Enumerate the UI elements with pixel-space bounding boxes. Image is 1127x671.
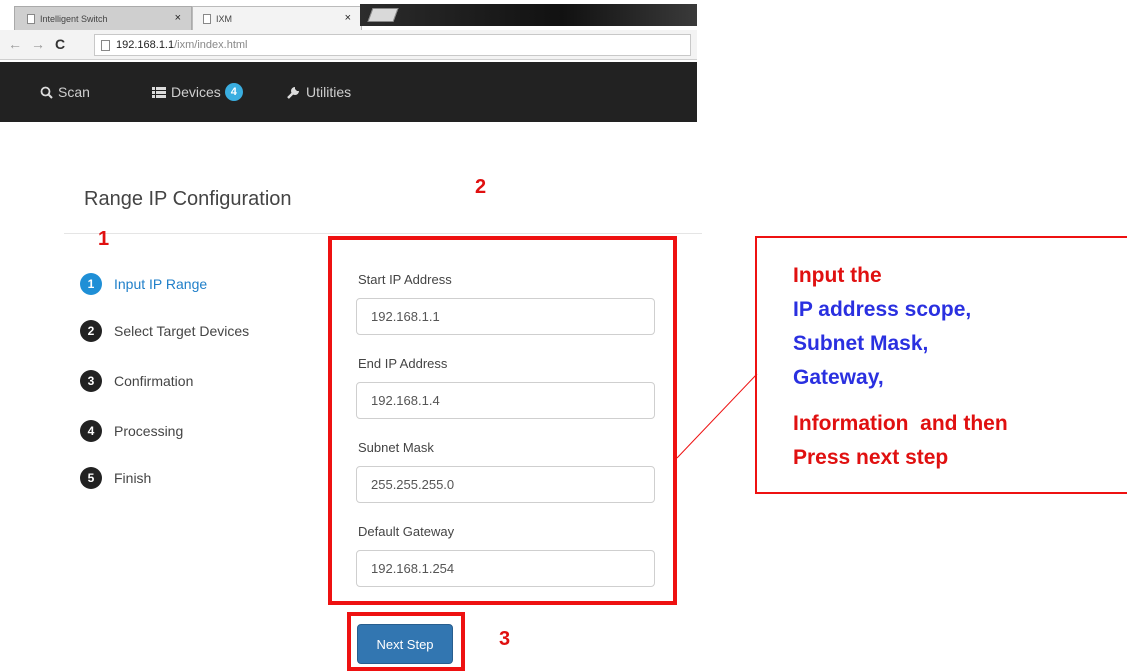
reload-icon[interactable]: C — [55, 36, 65, 52]
callout-line-3: Subnet Mask, — [793, 332, 929, 355]
divider — [64, 233, 702, 234]
nav-devices-label: Devices — [171, 84, 221, 100]
url-path: /ixm/index.html — [174, 39, 248, 51]
end-ip-input[interactable] — [356, 382, 655, 419]
callout-line-5: Information and then — [793, 412, 1008, 435]
nav-utilities-label: Utilities — [306, 84, 352, 100]
nav-scan[interactable]: Scan — [40, 62, 90, 122]
step-number: 5 — [80, 467, 102, 489]
browser-tab-intelligent-switch[interactable]: Intelligent Switch × — [14, 6, 192, 30]
step-select-target-devices[interactable]: 2 Select Target Devices — [80, 320, 249, 342]
annotation-marker-2: 2 — [475, 176, 487, 198]
page-title: Range IP Configuration — [84, 188, 292, 210]
next-step-button[interactable]: Next Step — [357, 624, 453, 664]
new-tab-button[interactable] — [367, 8, 399, 22]
page-icon — [27, 13, 35, 24]
subnet-mask-label: Subnet Mask — [358, 440, 434, 455]
callout-line-2: IP address scope, — [793, 298, 972, 321]
nav-devices[interactable]: Devices 4 — [152, 62, 243, 122]
callout-line-1: Input the — [793, 264, 882, 287]
step-number: 4 — [80, 420, 102, 442]
app-navbar: Scan Devices 4 Utilities — [0, 62, 697, 122]
callout-line-4: Gateway, — [793, 366, 884, 389]
step-input-ip-range[interactable]: 1 Input IP Range — [80, 273, 207, 295]
step-label: Finish — [114, 470, 152, 486]
browser-tab-ixm[interactable]: IXM × — [192, 6, 362, 30]
close-tab-icon[interactable]: × — [175, 12, 181, 24]
close-tab-icon[interactable]: × — [345, 12, 351, 24]
screenshot-root: Intelligent Switch × IXM × ← → C 192.168… — [0, 0, 1127, 671]
step-label: Input IP Range — [114, 276, 208, 292]
start-ip-label: Start IP Address — [358, 272, 452, 287]
step-label: Confirmation — [114, 373, 194, 389]
forward-arrow-icon[interactable]: → — [31, 36, 45, 52]
address-bar[interactable]: 192.168.1.1/ixm/index.html — [94, 34, 691, 56]
annotation-marker-1: 1 — [98, 228, 110, 250]
end-ip-label: End IP Address — [358, 356, 448, 371]
browser-titlebar — [360, 4, 697, 26]
step-confirmation[interactable]: 3 Confirmation — [80, 370, 193, 392]
tab-title: Intelligent Switch — [40, 13, 108, 24]
step-label: Processing — [114, 423, 184, 439]
start-ip-input[interactable] — [356, 298, 655, 335]
subnet-mask-input[interactable] — [356, 466, 655, 503]
step-number: 3 — [80, 370, 102, 392]
device-count-badge: 4 — [224, 83, 243, 101]
gateway-input[interactable] — [356, 550, 655, 587]
search-icon — [40, 86, 53, 99]
gateway-label: Default Gateway — [358, 524, 455, 539]
list-icon — [152, 86, 166, 98]
callout-line-6: Press next step — [793, 446, 949, 469]
browser-tab-strip: Intelligent Switch × IXM × — [0, 0, 697, 30]
nav-utilities[interactable]: Utilities — [287, 62, 351, 122]
wrench-icon — [287, 87, 299, 99]
browser-toolbar: ← → C 192.168.1.1/ixm/index.html — [0, 30, 697, 60]
tab-title: IXM — [216, 13, 233, 24]
url-host: 192.168.1.1 — [116, 39, 175, 51]
back-arrow-icon[interactable]: ← — [8, 36, 22, 52]
step-processing[interactable]: 4 Processing — [80, 420, 183, 442]
step-number: 1 — [80, 273, 102, 295]
step-number: 2 — [80, 320, 102, 342]
step-finish[interactable]: 5 Finish — [80, 467, 151, 489]
step-label: Select Target Devices — [114, 323, 250, 339]
annotation-marker-3: 3 — [499, 628, 511, 650]
page-icon — [203, 13, 211, 24]
nav-scan-label: Scan — [58, 84, 90, 100]
page-icon — [101, 39, 110, 51]
